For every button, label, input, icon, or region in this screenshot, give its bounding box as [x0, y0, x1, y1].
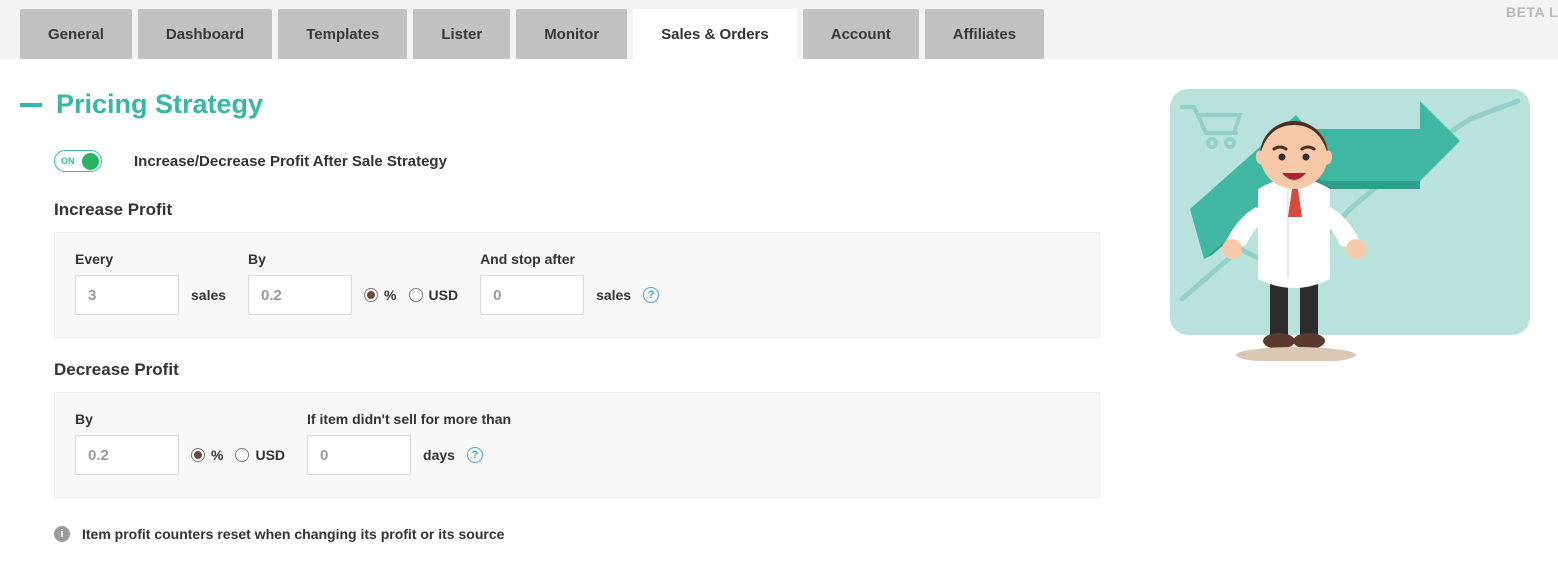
note-text: Item profit counters reset when changing…: [82, 526, 504, 542]
decrease-by-input[interactable]: [75, 435, 179, 475]
tab-monitor[interactable]: Monitor: [516, 9, 627, 59]
help-icon[interactable]: ?: [467, 447, 483, 463]
percent-label-2: %: [211, 447, 223, 463]
decrease-days-unit: days: [423, 447, 455, 463]
increase-by-label: By: [248, 251, 458, 267]
usd-label: USD: [429, 287, 459, 303]
strategy-name: Increase/Decrease Profit After Sale Stra…: [134, 153, 447, 170]
decrease-heading: Decrease Profit: [54, 360, 1100, 380]
increase-every-label: Every: [75, 251, 226, 267]
increase-unit-usd-radio[interactable]: USD: [409, 287, 459, 303]
illustration: [1170, 89, 1530, 542]
toggle-on-label: ON: [61, 156, 75, 166]
decrease-if-label: If item didn't sell for more than: [307, 411, 511, 427]
beta-label: BETA L: [1506, 4, 1558, 20]
decrease-by-label: By: [75, 411, 285, 427]
strategy-toggle[interactable]: ON: [54, 150, 102, 172]
tab-sales-orders[interactable]: Sales & Orders: [633, 9, 797, 59]
tab-general[interactable]: General: [20, 9, 132, 59]
decrease-unit-usd-radio[interactable]: USD: [235, 447, 285, 463]
info-icon: i: [54, 526, 70, 542]
decrease-panel: By % USD If item didn't sell for more th…: [54, 392, 1100, 498]
increase-stop-label: And stop after: [480, 251, 659, 267]
increase-unit-percent-radio[interactable]: %: [364, 287, 396, 303]
increase-by-input[interactable]: [248, 275, 352, 315]
tab-dashboard[interactable]: Dashboard: [138, 9, 272, 59]
increase-every-input[interactable]: [75, 275, 179, 315]
increase-every-unit: sales: [191, 287, 226, 303]
increase-panel: Every sales By % USD And stop after: [54, 232, 1100, 338]
decrease-days-input[interactable]: [307, 435, 411, 475]
tab-affiliates[interactable]: Affiliates: [925, 9, 1044, 59]
increase-heading: Increase Profit: [54, 200, 1100, 220]
usd-label-2: USD: [255, 447, 285, 463]
section-title: Pricing Strategy: [56, 89, 263, 120]
tab-bar: General Dashboard Templates Lister Monit…: [0, 0, 1558, 59]
help-icon[interactable]: ?: [643, 287, 659, 303]
increase-stop-unit: sales: [596, 287, 631, 303]
toggle-knob: [82, 153, 99, 170]
tab-templates[interactable]: Templates: [278, 9, 407, 59]
tab-lister[interactable]: Lister: [413, 9, 510, 59]
percent-label: %: [384, 287, 396, 303]
section-accent: [20, 103, 42, 107]
tab-account[interactable]: Account: [803, 9, 919, 59]
increase-stop-input[interactable]: [480, 275, 584, 315]
note-row: i Item profit counters reset when changi…: [54, 520, 1100, 542]
decrease-unit-percent-radio[interactable]: %: [191, 447, 223, 463]
